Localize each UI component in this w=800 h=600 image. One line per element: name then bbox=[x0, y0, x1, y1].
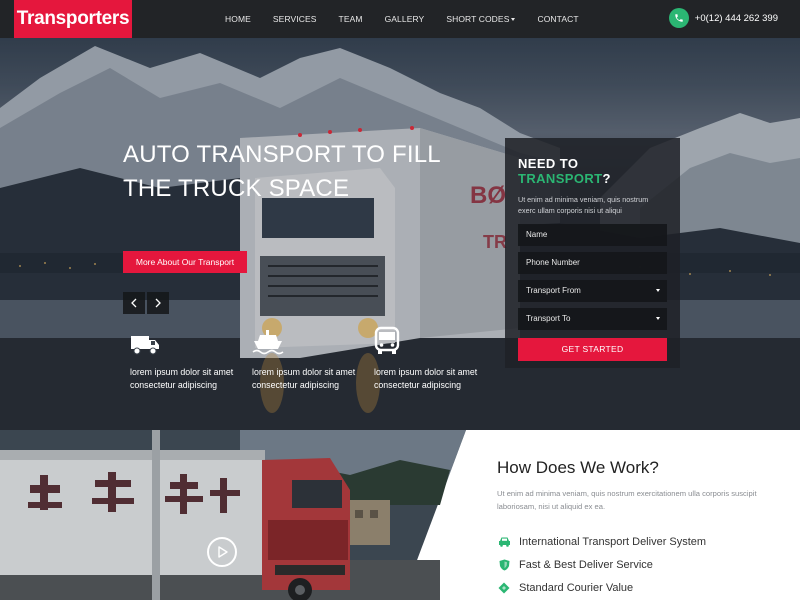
tag-icon bbox=[497, 581, 511, 595]
how-item-standard-text: Standard Courier Value bbox=[519, 581, 634, 594]
main-nav: HOME SERVICES TEAM GALLERY SHORT CODES C… bbox=[225, 0, 601, 38]
chevron-left-icon bbox=[131, 298, 137, 308]
chevron-down-icon bbox=[656, 317, 660, 320]
nav-gallery[interactable]: GALLERY bbox=[385, 14, 425, 24]
how-title: How Does We Work? bbox=[497, 458, 659, 477]
how-we-work-section: How Does We Work? Ut enim ad minima veni… bbox=[0, 430, 800, 600]
transport-to-label: Transport To bbox=[526, 314, 571, 323]
chevron-right-icon bbox=[155, 298, 161, 308]
feature-bus: lorem ipsum dolor sit amet consectetur a… bbox=[374, 326, 494, 392]
form-title-suffix: ? bbox=[602, 171, 611, 186]
play-video-button[interactable] bbox=[207, 537, 237, 567]
form-title-accent: TRANSPORT bbox=[518, 171, 603, 186]
phone-icon bbox=[668, 8, 689, 28]
nav-services[interactable]: SERVICES bbox=[273, 14, 317, 24]
form-description: Ut enim ad minima veniam, quis nostrum e… bbox=[518, 195, 649, 215]
how-item-fast: Fast & Best Deliver Service bbox=[497, 553, 706, 576]
slider-arrows bbox=[123, 292, 171, 314]
name-input[interactable]: Name bbox=[518, 224, 667, 246]
truck-icon bbox=[130, 326, 250, 356]
nav-home[interactable]: HOME bbox=[225, 14, 251, 24]
get-started-button[interactable]: GET STARTED bbox=[518, 338, 667, 361]
feature-ship-text: lorem ipsum dolor sit amet consectetur a… bbox=[252, 367, 356, 390]
chevron-down-icon bbox=[656, 289, 660, 292]
feature-bus-text: lorem ipsum dolor sit amet consectetur a… bbox=[374, 367, 478, 390]
transport-from-label: Transport From bbox=[526, 286, 581, 295]
phone-number-input[interactable]: Phone Number bbox=[518, 252, 667, 274]
how-item-international: International Transport Deliver System bbox=[497, 530, 706, 553]
bus-icon bbox=[374, 326, 494, 356]
car-icon bbox=[497, 535, 511, 549]
how-description: Ut enim ad minima veniam, quis nostrum e… bbox=[497, 489, 757, 511]
transport-from-select[interactable]: Transport From bbox=[518, 280, 667, 302]
hero-section: BØ TR AUTO TRANSPORT TO FILL THE TRUCK S… bbox=[0, 38, 800, 430]
form-title: NEED TO TRANSPORT? bbox=[518, 156, 667, 186]
how-feature-list: International Transport Deliver System F… bbox=[497, 530, 706, 599]
shield-icon bbox=[497, 558, 511, 572]
form-title-prefix: NEED TO bbox=[518, 156, 579, 171]
how-item-standard: Standard Courier Value bbox=[497, 576, 706, 599]
site-logo[interactable]: Transporters bbox=[14, 0, 132, 38]
more-about-button[interactable]: More About Our Transport bbox=[123, 251, 247, 273]
chevron-down-icon bbox=[511, 18, 516, 21]
play-icon bbox=[218, 546, 228, 558]
top-navbar: Transporters HOME SERVICES TEAM GALLERY … bbox=[0, 0, 800, 38]
next-arrow-button[interactable] bbox=[147, 292, 169, 314]
hero-title-line1: AUTO TRANSPORT TO FILL bbox=[123, 141, 441, 168]
how-item-international-text: International Transport Deliver System bbox=[519, 535, 707, 548]
nav-short-codes-label: SHORT CODES bbox=[446, 14, 510, 24]
nav-team[interactable]: TEAM bbox=[339, 14, 363, 24]
prev-arrow-button[interactable] bbox=[123, 292, 145, 314]
transport-request-form: NEED TO TRANSPORT? Ut enim ad minima ven… bbox=[505, 138, 680, 368]
feature-truck: lorem ipsum dolor sit amet consectetur a… bbox=[130, 326, 250, 392]
nav-contact[interactable]: CONTACT bbox=[537, 14, 578, 24]
hero-title: AUTO TRANSPORT TO FILL THE TRUCK SPACE bbox=[123, 138, 483, 206]
phone-contact[interactable]: +0(12) 444 262 399 bbox=[668, 8, 778, 28]
nav-short-codes[interactable]: SHORT CODES bbox=[446, 14, 516, 24]
ship-icon bbox=[252, 326, 372, 356]
feature-ship: lorem ipsum dolor sit amet consectetur a… bbox=[252, 326, 372, 392]
transport-to-select[interactable]: Transport To bbox=[518, 308, 667, 330]
feature-truck-text: lorem ipsum dolor sit amet consectetur a… bbox=[130, 367, 234, 390]
how-item-fast-text: Fast & Best Deliver Service bbox=[519, 558, 653, 571]
hero-title-line2: THE TRUCK SPACE bbox=[123, 175, 350, 202]
phone-number: +0(12) 444 262 399 bbox=[694, 12, 778, 24]
